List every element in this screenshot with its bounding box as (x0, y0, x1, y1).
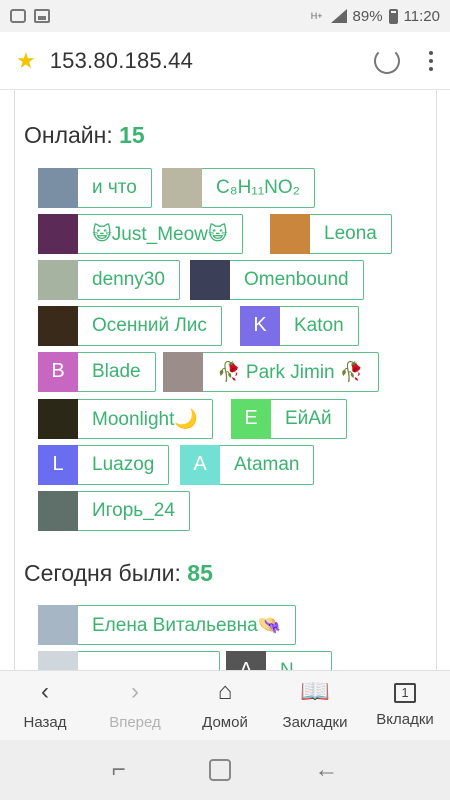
battery-percent: 89% (352, 7, 383, 25)
tabs-label: Вкладки (376, 711, 434, 728)
notification-icon (10, 9, 26, 23)
online-label: Онлайн: (24, 122, 113, 148)
user-chip[interactable]: Moonlight🌙 (38, 398, 214, 439)
reload-icon[interactable] (374, 47, 400, 74)
user-chip[interactable]: Omenbound (190, 259, 364, 300)
browser-toolbar: ‹ Назад › Вперед ⌂ Домой 📖 Закладки 1 Вк… (0, 670, 450, 740)
chevron-left-icon: ‹ (41, 678, 49, 705)
user-chip[interactable]: Игорь_24 (38, 490, 190, 531)
user-name: и что (92, 177, 137, 198)
page-content: Онлайн: 15 и что C₈H₁₁NO₂ 😺Just_Meow😺 Le… (0, 90, 450, 670)
chevron-right-icon: › (131, 678, 139, 705)
user-name: ЕйАй (285, 408, 332, 429)
user-avatar (38, 604, 78, 645)
user-avatar (163, 351, 203, 392)
tabs-icon: 1 (394, 683, 416, 703)
user-chip[interactable]: 😺Just_Meow😺 (38, 213, 243, 254)
user-chip[interactable]: Leona (270, 213, 392, 254)
user-chip[interactable]: и что (38, 167, 152, 208)
user-chip[interactable]: denny30 (38, 259, 180, 300)
online-count: 15 (119, 122, 145, 148)
home-button[interactable]: ⌂ Домой (180, 671, 270, 740)
url-field[interactable]: 153.80.185.44 (50, 48, 193, 74)
user-name: Игорь_24 (92, 500, 175, 521)
star-icon[interactable]: ★ (16, 48, 36, 74)
back-button[interactable]: ‹ Назад (0, 671, 90, 740)
system-nav-bar: ⌐ ← (0, 740, 450, 800)
gallery-icon (34, 9, 50, 23)
user-avatar (38, 259, 78, 300)
user-avatar: K (240, 305, 280, 346)
user-name: Moonlight🌙 (92, 409, 199, 430)
forward-button[interactable]: › Вперед (90, 671, 180, 740)
user-avatar (38, 650, 78, 670)
user-avatar (38, 167, 78, 208)
back-arrow-icon[interactable]: ← (314, 756, 338, 784)
user-avatar: A (226, 650, 266, 670)
user-chip[interactable]: L Luazog (38, 444, 170, 485)
user-name: Katon (294, 315, 344, 336)
user-name: Осенний Лис (92, 315, 207, 336)
today-label: Сегодня были: (24, 560, 181, 586)
address-bar: ★ 153.80.185.44 (0, 32, 450, 90)
user-chip[interactable]: 🥀 Park Jimin 🥀 (163, 351, 379, 392)
user-name: 😺Just_Meow😺 (92, 223, 228, 245)
user-chip[interactable]: A N (226, 650, 332, 670)
forward-label: Вперед (109, 714, 161, 731)
user-name: Blade (92, 361, 141, 382)
bookmarks-label: Закладки (282, 714, 348, 731)
user-avatar: B (38, 351, 78, 392)
user-avatar (38, 305, 78, 346)
user-avatar (38, 398, 78, 439)
home-square-icon[interactable] (209, 759, 231, 781)
more-menu-icon[interactable] (428, 50, 434, 71)
signal-icon (329, 9, 347, 23)
today-heading: Сегодня были: 85 (24, 560, 213, 587)
network-type: H+ (310, 11, 323, 21)
recent-apps-icon[interactable]: ⌐ (112, 756, 126, 784)
user-name: Елена Витальевна👒 (92, 615, 282, 636)
user-name: Omenbound (244, 269, 349, 290)
user-name: 🥀 Park Jimin 🥀 (217, 362, 364, 383)
user-avatar: A (180, 444, 220, 485)
user-chip[interactable]: E ЕйАй (231, 398, 347, 439)
user-avatar (162, 167, 202, 208)
user-name: Leona (324, 223, 377, 244)
book-icon: 📖 (300, 678, 330, 705)
user-chip[interactable]: K Katon (240, 305, 359, 346)
online-heading: Онлайн: 15 (24, 122, 145, 149)
battery-icon (388, 8, 398, 24)
home-label: Домой (202, 714, 248, 731)
user-avatar (38, 213, 78, 254)
user-avatar: E (231, 398, 271, 439)
user-name: Ataman (234, 454, 300, 475)
user-chip[interactable]: Елена Витальевна👒 (38, 604, 297, 645)
user-chip[interactable]: A Ataman (180, 444, 315, 485)
clock: 11:20 (403, 7, 440, 25)
user-name: C₈H₁₁NO₂ (216, 177, 301, 198)
user-avatar (190, 259, 230, 300)
user-avatar: L (38, 444, 78, 485)
back-label: Назад (23, 714, 67, 731)
status-bar: H+ 89% 11:20 (0, 0, 450, 32)
user-chip[interactable]: Осенний Лис (38, 305, 222, 346)
user-chip[interactable]: B Blade (38, 351, 156, 392)
tabs-button[interactable]: 1 Вкладки (360, 671, 450, 740)
user-avatar (270, 213, 310, 254)
user-name: N (266, 660, 308, 670)
user-name: denny30 (92, 269, 165, 290)
user-avatar (38, 490, 78, 531)
user-chip[interactable]: C₈H₁₁NO₂ (162, 167, 316, 208)
user-name: Luazog (92, 454, 155, 475)
bookmarks-button[interactable]: 📖 Закладки (270, 671, 360, 740)
home-icon: ⌂ (217, 678, 233, 705)
user-chip[interactable] (38, 650, 220, 670)
today-count: 85 (187, 560, 213, 586)
